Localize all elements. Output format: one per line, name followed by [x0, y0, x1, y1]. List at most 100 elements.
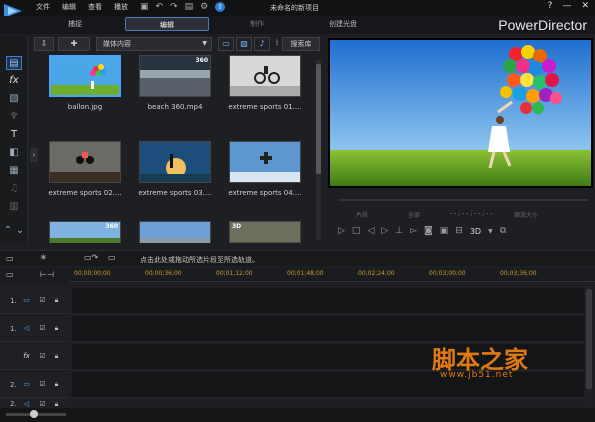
redo-icon[interactable]: ↷	[170, 2, 178, 12]
track-video-1[interactable]	[72, 288, 584, 314]
media-filter-dropdown[interactable]: 媒体内容 ▼	[96, 37, 212, 51]
search-library-button[interactable]: 搜索库	[282, 37, 320, 51]
3d-dropdown-icon[interactable]: ▼	[488, 228, 493, 235]
media-item[interactable]: 360 beach 360.mp4	[136, 55, 214, 111]
3d-mode-button[interactable]: 3D	[470, 227, 481, 236]
track-lock-icon[interactable]: 🔒︎	[52, 324, 61, 333]
fit-size-dropdown[interactable]: 缩放大小	[514, 210, 538, 219]
thumbnail-motocross	[49, 141, 121, 183]
filter-audio-icon[interactable]: ♪	[254, 37, 270, 51]
clip-marker-icon[interactable]: ▭	[108, 253, 116, 262]
ruler-tick: 00;00;36;00	[145, 270, 182, 277]
track-audio-1[interactable]	[72, 316, 584, 342]
audio-mixing-icon[interactable]: ▦	[6, 164, 22, 178]
split-icon[interactable]: ⊥	[395, 226, 403, 236]
tab-capture[interactable]: 捕捉	[40, 17, 110, 31]
title-bar: 文件 编辑 查看 播放 ▣ ↶ ↷ ▤ ⚙ ⇧ 未命名的新项目 ? — ✕	[0, 0, 595, 18]
plugins-icon[interactable]: ✚	[58, 37, 90, 51]
scroll-down-icon[interactable]: ⌄	[15, 224, 25, 238]
timecode-display[interactable]: - - ; - - ; - - ; - -	[450, 210, 492, 217]
track-lock-icon[interactable]: 🔒︎	[52, 296, 61, 305]
track-number: 1.	[10, 297, 17, 305]
pip-room-icon[interactable]: ▧	[6, 92, 22, 106]
title-room-icon[interactable]: T	[6, 128, 22, 142]
storyboard-view-icon[interactable]: ▭	[6, 254, 14, 263]
close-icon[interactable]: ✕	[581, 1, 589, 11]
scrollbar-thumb[interactable]	[316, 64, 321, 174]
volume-icon[interactable]: ▣	[440, 226, 449, 236]
track-header-video-2: 2. ▭ ☑ 🔒︎	[0, 372, 70, 398]
library-scrollbar[interactable]	[316, 60, 321, 240]
import-media-icon[interactable]: ⇩	[34, 37, 54, 51]
tab-create-disc[interactable]: 创建光盘	[305, 17, 381, 31]
playback-row: ▷ □ ◁ ▷ ⊥ ▻ ◙ ▣ ⊟ 3D ▼ ⧉	[338, 226, 506, 236]
filter-video-icon[interactable]: ▭	[218, 37, 234, 51]
collapse-panel-icon[interactable]: ›	[30, 148, 38, 162]
zoom-slider-handle[interactable]	[30, 410, 38, 418]
settings-icon[interactable]: ⊟	[455, 226, 463, 236]
scrollbar-thumb[interactable]	[586, 289, 592, 389]
track-manager-icon[interactable]: ▭	[6, 270, 14, 279]
ruler-tick: 00;02;24;00	[358, 270, 395, 277]
media-item[interactable]: ballon.jpg	[46, 55, 124, 111]
fast-forward-icon[interactable]: ▻	[410, 226, 417, 236]
track-enable-checkbox[interactable]: ☑	[38, 352, 47, 361]
track-enable-checkbox[interactable]: ☑	[38, 380, 47, 389]
menu-play[interactable]: 播放	[114, 2, 128, 12]
tab-produce[interactable]: 制作	[222, 17, 292, 31]
minimize-icon[interactable]: —	[562, 1, 571, 11]
magic-tools-icon[interactable]: ✳	[40, 253, 47, 262]
snapshot-camera-icon[interactable]: ◙	[424, 226, 433, 236]
help-icon[interactable]: ?	[548, 1, 553, 11]
track-enable-checkbox[interactable]: ☑	[38, 296, 47, 305]
timeline-ruler[interactable]: 00;00;00;00 00;00;36;00 00;01;12;00 00;0…	[70, 268, 595, 282]
fx-room-icon[interactable]: fx	[6, 74, 22, 88]
media-item[interactable]: extreme sports 03....	[136, 141, 214, 197]
transition-room-icon[interactable]: ◧	[6, 146, 22, 160]
range-select-icon[interactable]: ▭↷	[84, 253, 98, 262]
menu-view[interactable]: 查看	[88, 2, 102, 12]
media-room-icon[interactable]: ▤	[6, 56, 22, 70]
settings-gear-icon[interactable]: ⚙	[200, 2, 208, 12]
undo-icon[interactable]: ↶	[156, 2, 164, 12]
media-item[interactable]: extreme sports 04....	[226, 141, 304, 197]
fit-timeline-icon[interactable]: ⊢⊣	[40, 270, 54, 279]
timeline-zoom-slider[interactable]	[6, 410, 66, 418]
play-icon[interactable]: ▷	[338, 226, 345, 236]
save-icon[interactable]: ▣	[140, 2, 149, 12]
track-lock-icon[interactable]: 🔒︎	[52, 380, 61, 389]
media-caption: extreme sports 01....	[228, 103, 302, 111]
voiceover-icon[interactable]: ♫	[6, 182, 22, 196]
particle-room-icon[interactable]: ♆	[6, 110, 22, 124]
track-enable-checkbox[interactable]: ☑	[38, 324, 47, 333]
grid-view-icon[interactable]: ⁞	[272, 37, 282, 51]
ruler-left-controls: ▭ ⊢⊣	[0, 268, 70, 282]
thumbnail-balloon	[49, 55, 121, 97]
undock-preview-icon[interactable]: ⧉	[500, 226, 506, 236]
media-item[interactable]: extreme sports 02....	[46, 141, 124, 197]
track-lock-icon[interactable]: 🔒︎	[52, 352, 61, 361]
update-icon[interactable]: ⇧	[215, 2, 226, 12]
clip-mode-button[interactable]: 片段	[356, 210, 368, 219]
media-item[interactable]: 360	[46, 221, 124, 243]
menu-edit[interactable]: 编辑	[62, 2, 76, 12]
preview-seek-bar[interactable]	[338, 199, 588, 201]
menu-file[interactable]: 文件	[36, 2, 50, 12]
movie-mode-button[interactable]: 全部	[408, 210, 420, 219]
media-item[interactable]: 3D	[226, 221, 304, 243]
media-item[interactable]	[136, 221, 214, 243]
room-toolstrip: ▤ fx ▧ ♆ T ◧ ▦ ♫ ▥ ⌃ ⌄	[0, 36, 28, 242]
media-item[interactable]: extreme sports 01....	[226, 55, 304, 111]
scroll-up-icon[interactable]: ⌃	[3, 224, 13, 238]
timeline-vertical-scrollbar[interactable]	[585, 285, 593, 405]
chapter-room-icon[interactable]: ▥	[6, 200, 22, 214]
ruler-tick: 00;03;36;00	[500, 270, 537, 277]
next-frame-icon[interactable]: ▷	[381, 226, 388, 236]
thumbnail-mountains	[139, 221, 211, 243]
tab-edit[interactable]: 编辑	[125, 17, 209, 31]
preview-controls: 片段 全部 - - ; - - ; - - ; - - 缩放大小 ▷ □ ◁ ▷…	[330, 190, 591, 240]
prev-frame-icon[interactable]: ◁	[367, 226, 374, 236]
snapshot-icon[interactable]: ▤	[185, 2, 194, 12]
filter-image-icon[interactable]: ▨	[236, 37, 252, 51]
stop-icon[interactable]: □	[352, 226, 361, 236]
